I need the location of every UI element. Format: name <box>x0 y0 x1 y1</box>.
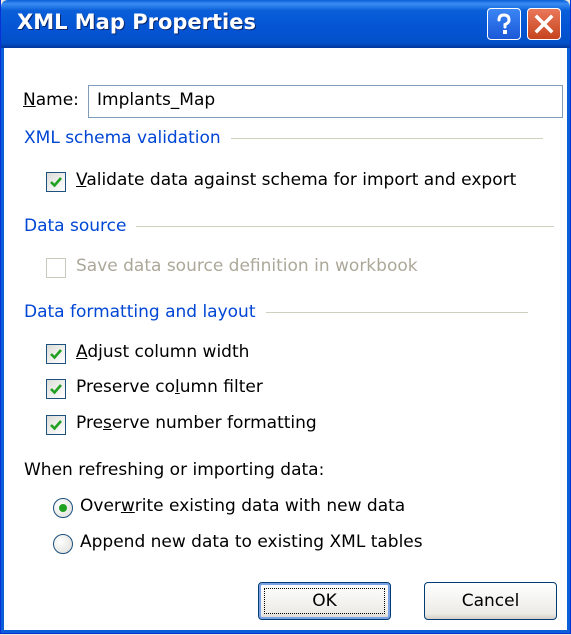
formatting-section-header: Data formatting and layout <box>24 302 528 322</box>
overwrite-radio[interactable] <box>53 498 73 518</box>
preserve-number-checkbox[interactable] <box>46 415 66 435</box>
dialog-title: XML Map Properties <box>17 10 256 34</box>
divider <box>230 137 543 139</box>
cancel-button-label: Cancel <box>461 591 520 611</box>
append-label[interactable]: Append new data to existing XML tables <box>80 532 423 552</box>
dialog-body: Name: Implants_Map XML schema validation… <box>1 48 570 633</box>
save-definition-checkbox[interactable] <box>46 258 66 278</box>
question-mark-icon <box>497 13 511 34</box>
validate-label[interactable]: Validate data against schema for import … <box>76 170 516 190</box>
refresh-prompt: When refreshing or importing data: <box>24 460 325 480</box>
title-bar[interactable]: XML Map Properties <box>1 0 570 48</box>
datasource-section-header: Data source <box>24 216 555 236</box>
checkmark-icon <box>50 177 62 188</box>
name-input[interactable]: Implants_Map <box>88 85 563 118</box>
help-button[interactable] <box>487 8 521 40</box>
append-radio[interactable] <box>53 534 73 554</box>
focus-rectangle <box>264 588 385 614</box>
name-label: Name: <box>23 90 79 110</box>
preserve-filter-checkbox[interactable] <box>46 379 66 399</box>
divider <box>136 225 555 227</box>
save-definition-label[interactable]: Save data source definition in workbook <box>76 256 418 276</box>
schema-section-title: XML schema validation <box>24 128 221 148</box>
preserve-filter-label[interactable]: Preserve column filter <box>76 377 263 397</box>
ok-button[interactable]: OK <box>258 582 391 620</box>
close-button[interactable] <box>527 8 561 40</box>
xml-map-properties-dialog: XML Map Properties Name: Implants_Map XM… <box>0 0 571 634</box>
schema-section-header: XML schema validation <box>24 128 543 148</box>
adjust-width-label[interactable]: Adjust column width <box>76 342 249 362</box>
checkmark-icon <box>50 349 62 360</box>
preserve-number-label[interactable]: Preserve number formatting <box>76 413 317 433</box>
formatting-section-title: Data formatting and layout <box>24 302 256 322</box>
close-icon <box>534 14 554 34</box>
checkmark-icon <box>50 420 62 431</box>
validate-checkbox[interactable] <box>46 172 66 192</box>
checkmark-icon <box>50 384 62 395</box>
radio-selected-dot <box>59 504 67 512</box>
divider <box>265 311 528 313</box>
cancel-button[interactable]: Cancel <box>424 582 557 620</box>
overwrite-label[interactable]: Overwrite existing data with new data <box>80 496 405 516</box>
datasource-section-title: Data source <box>24 216 127 236</box>
adjust-width-checkbox[interactable] <box>46 344 66 364</box>
